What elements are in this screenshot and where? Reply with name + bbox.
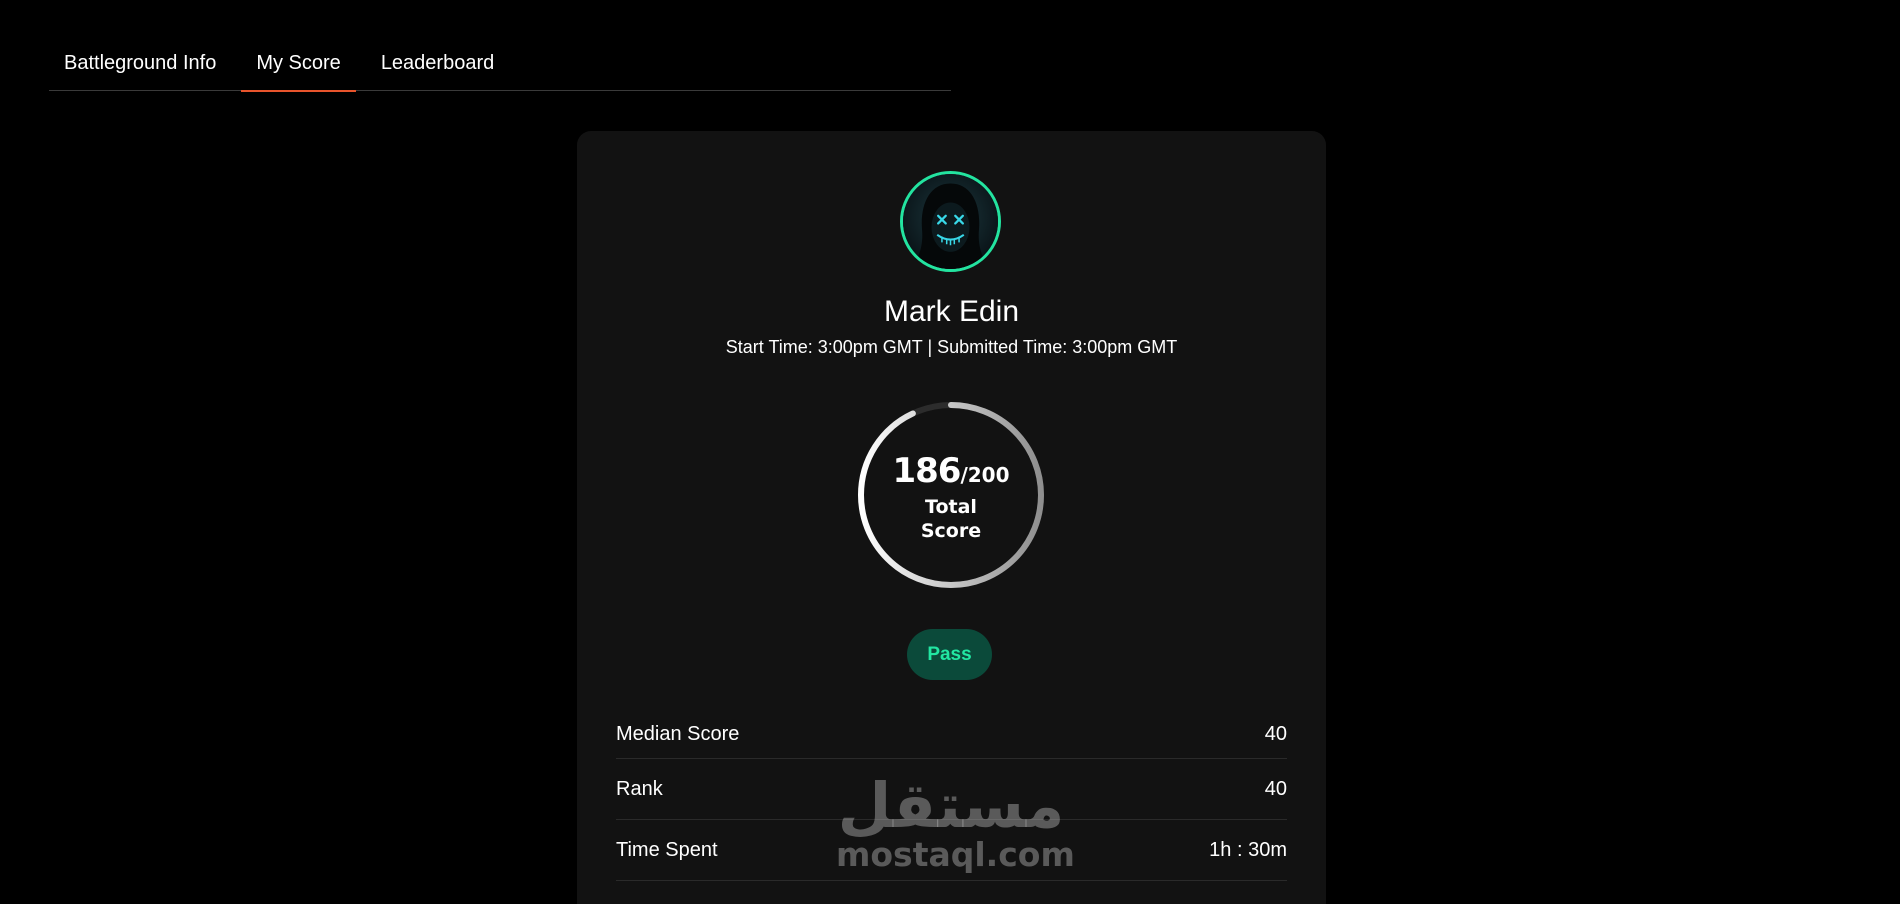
stat-row-time-spent: Time Spent 1h : 30m <box>616 820 1287 881</box>
stat-row-median-score: Median Score 40 <box>616 715 1287 759</box>
tab-battleground-info[interactable]: Battleground Info <box>49 40 231 91</box>
score-label-line1: Total <box>925 496 977 518</box>
tab-bar: Battleground Info My Score Leaderboard <box>49 40 951 92</box>
stat-value: 40 <box>1264 777 1287 800</box>
score-label-line2: Score <box>920 520 982 542</box>
time-info: Start Time: 3:00pm GMT | Submitted Time:… <box>725 337 1178 357</box>
stat-value: 1h : 30m <box>1209 838 1287 861</box>
score-ring: 186/200 Total Score <box>855 399 1047 591</box>
stat-label: Time Spent <box>616 838 718 861</box>
page: Battleground Info My Score Leaderboard M… <box>0 0 1900 904</box>
score-value-line: 186/200 <box>855 451 1047 495</box>
avatar <box>900 171 1001 272</box>
stat-row-rank: Rank 40 <box>616 759 1287 820</box>
tab-leaderboard[interactable]: Leaderboard <box>366 40 509 91</box>
stat-label: Rank <box>616 777 663 800</box>
score-text: 186/200 Total Score <box>855 451 1047 543</box>
masked-hacker-avatar-icon <box>903 174 998 269</box>
stats-list: Median Score 40 Rank 40 Time Spent 1h : … <box>616 715 1287 881</box>
status-badge[interactable]: Pass <box>907 629 992 680</box>
stat-label: Median Score <box>616 723 740 745</box>
score-denominator: /200 <box>960 463 1010 487</box>
stat-value: 40 <box>1264 723 1287 745</box>
tab-my-score[interactable]: My Score <box>241 40 357 92</box>
user-name: Mark Edin <box>883 295 1020 328</box>
score-value: 186 <box>892 451 961 491</box>
score-card: Mark Edin Start Time: 3:00pm GMT | Submi… <box>577 131 1326 904</box>
